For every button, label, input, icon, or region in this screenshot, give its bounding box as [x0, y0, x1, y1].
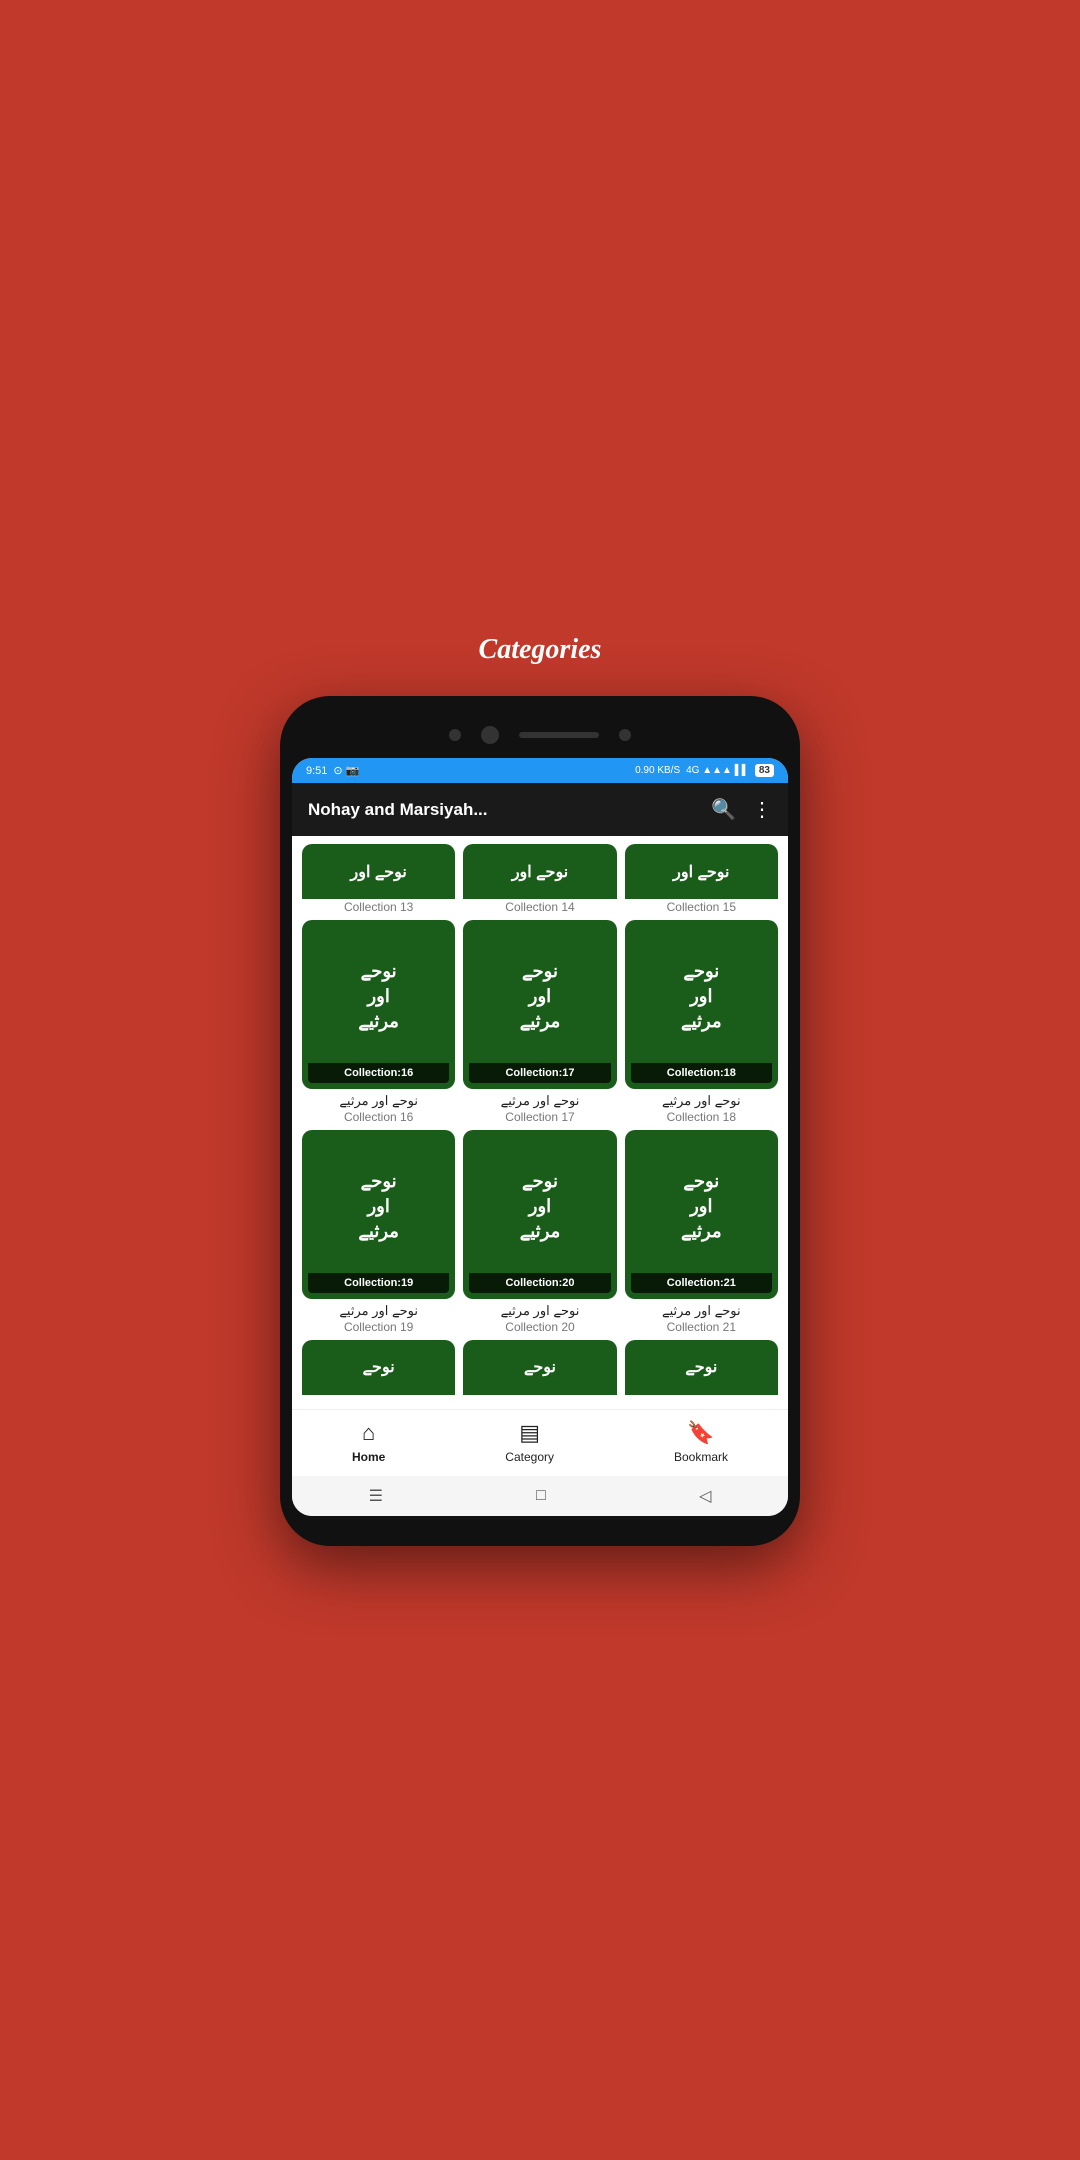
- bookmark-icon: 🔖: [687, 1420, 714, 1446]
- collection-item-15[interactable]: نوحے اور Collection 15: [625, 844, 778, 914]
- collections-grid: نوحے اور Collection 13 نوحے اور Collecti…: [292, 836, 788, 1408]
- collection-card-16: نوحےاورمرثیے Collection:16: [302, 920, 455, 1089]
- collection-en-label-21: Collection 21: [667, 1320, 736, 1334]
- collection-urdu-23: نوحے: [524, 1357, 556, 1377]
- collection-item-24[interactable]: نوحے: [625, 1340, 778, 1395]
- camera-dot-center: [481, 726, 499, 744]
- collection-item-20[interactable]: نوحےاورمرثیے Collection:20 نوحے اور مرثی…: [463, 1130, 616, 1334]
- collection-urdu-15: نوحے اور: [673, 862, 729, 882]
- collection-name-13: Collection 13: [344, 900, 413, 914]
- collection-card-13: نوحے اور: [302, 844, 455, 899]
- menu-button[interactable]: ⋮: [752, 797, 772, 822]
- collection-urdu-13: نوحے اور: [351, 862, 407, 882]
- nav-category[interactable]: ▤ Category: [505, 1420, 554, 1464]
- collection-item-21[interactable]: نوحےاورمرثیے Collection:21 نوحے اور مرثی…: [625, 1130, 778, 1334]
- nav-home[interactable]: ⌂ Home: [352, 1420, 385, 1464]
- nav-bookmark[interactable]: 🔖 Bookmark: [674, 1420, 728, 1464]
- camera-area: [292, 716, 788, 758]
- grid-row-16-18: نوحےاورمرثیے Collection:16 نوحے اور مرثی…: [302, 920, 778, 1124]
- partial-top-row: نوحے اور Collection 13 نوحے اور Collecti…: [302, 844, 778, 914]
- status-bar: 9:51 ⊙ 📷 0.90 KB/S 4G ▲▲▲ ▌▌ 83: [292, 758, 788, 783]
- urdu-text-17: نوحےاورمرثیے: [520, 930, 561, 1063]
- app-header: Nohay and Marsiyah... 🔍 ⋮: [292, 783, 788, 836]
- label-overlay-17: Collection:17: [469, 1063, 610, 1083]
- label-overlay-16: Collection:16: [308, 1063, 449, 1083]
- collection-item-18[interactable]: نوحےاورمرثیے Collection:18 نوحے اور مرثی…: [625, 920, 778, 1124]
- collection-card-24: نوحے: [625, 1340, 778, 1395]
- collection-card-22: نوحے: [302, 1340, 455, 1395]
- collection-item-14[interactable]: نوحے اور Collection 14: [463, 844, 616, 914]
- home-label: Home: [352, 1450, 385, 1464]
- phone-screen: 9:51 ⊙ 📷 0.90 KB/S 4G ▲▲▲ ▌▌ 83 Nohay an…: [292, 758, 788, 1515]
- collection-card-18: نوحےاورمرثیے Collection:18: [625, 920, 778, 1089]
- collection-card-19: نوحےاورمرثیے Collection:19: [302, 1130, 455, 1299]
- collection-item-17[interactable]: نوحےاورمرثیے Collection:17 نوحے اور مرثی…: [463, 920, 616, 1124]
- app-title: Nohay and Marsiyah...: [308, 800, 711, 820]
- network-icon: 4G ▲▲▲ ▌▌: [686, 765, 749, 776]
- collection-card-21: نوحےاورمرثیے Collection:21: [625, 1130, 778, 1299]
- battery-display: 83: [755, 764, 774, 777]
- urdu-text-19: نوحےاورمرثیے: [358, 1140, 399, 1273]
- label-overlay-18: Collection:18: [631, 1063, 772, 1083]
- search-button[interactable]: 🔍: [711, 797, 736, 822]
- collection-card-20: نوحےاورمرثیے Collection:20: [463, 1130, 616, 1299]
- collection-card-17: نوحےاورمرثیے Collection:17: [463, 920, 616, 1089]
- collection-en-label-18: Collection 18: [667, 1110, 736, 1124]
- collection-item-23[interactable]: نوحے: [463, 1340, 616, 1395]
- urdu-text-20: نوحےاورمرثیے: [520, 1140, 561, 1273]
- collection-en-label-19: Collection 19: [344, 1320, 413, 1334]
- page-background: Categories 9:51 ⊙ 📷 0.90 KB/S 4G ▲▲▲ ▌▌ …: [0, 614, 1080, 1545]
- urdu-text-21: نوحےاورمرثیے: [681, 1140, 722, 1273]
- label-overlay-21: Collection:21: [631, 1273, 772, 1293]
- collection-item-22[interactable]: نوحے: [302, 1340, 455, 1395]
- collection-card-14: نوحے اور: [463, 844, 616, 899]
- category-icon: ▤: [519, 1420, 540, 1446]
- time-display: 9:51: [306, 765, 327, 777]
- collection-urdu-24: نوحے: [685, 1357, 717, 1377]
- label-overlay-20: Collection:20: [469, 1273, 610, 1293]
- speed-display: 0.90 KB/S: [635, 765, 680, 776]
- bookmark-label: Bookmark: [674, 1450, 728, 1464]
- status-right: 0.90 KB/S 4G ▲▲▲ ▌▌ 83: [635, 764, 774, 777]
- urdu-text-18: نوحےاورمرثیے: [681, 930, 722, 1063]
- phone-frame: 9:51 ⊙ 📷 0.90 KB/S 4G ▲▲▲ ▌▌ 83 Nohay an…: [280, 696, 800, 1545]
- bottom-nav: ⌂ Home ▤ Category 🔖 Bookmark: [292, 1409, 788, 1476]
- collection-urdu-label-18: نوحے اور مرثیے: [662, 1093, 741, 1109]
- collection-item-16[interactable]: نوحےاورمرثیے Collection:16 نوحے اور مرثی…: [302, 920, 455, 1124]
- category-label: Category: [505, 1450, 554, 1464]
- collection-en-label-20: Collection 20: [505, 1320, 574, 1334]
- speaker-bar: [519, 732, 599, 738]
- page-title: Categories: [479, 614, 602, 696]
- collection-en-label-17: Collection 17: [505, 1110, 574, 1124]
- home-icon: ⌂: [362, 1420, 375, 1446]
- collection-urdu-label-20: نوحے اور مرثیے: [501, 1303, 580, 1319]
- collection-item-13[interactable]: نوحے اور Collection 13: [302, 844, 455, 914]
- sys-back-button[interactable]: ◁: [699, 1486, 711, 1506]
- collection-urdu-14: نوحے اور: [512, 862, 568, 882]
- collection-urdu-label-16: نوحے اور مرثیے: [339, 1093, 418, 1109]
- notification-icons: ⊙ 📷: [333, 764, 359, 777]
- header-icons: 🔍 ⋮: [711, 797, 772, 822]
- grid-row-19-21: نوحےاورمرثیے Collection:19 نوحے اور مرثی…: [302, 1130, 778, 1334]
- system-nav: ☰ □ ◁: [292, 1476, 788, 1516]
- sys-menu-button[interactable]: ☰: [369, 1486, 383, 1506]
- sys-home-button[interactable]: □: [536, 1487, 546, 1505]
- collection-urdu-22: نوحے: [363, 1357, 395, 1377]
- urdu-text-16: نوحےاورمرثیے: [358, 930, 399, 1063]
- camera-dot-right: [619, 729, 631, 741]
- camera-dot-left: [449, 729, 461, 741]
- collection-item-19[interactable]: نوحےاورمرثیے Collection:19 نوحے اور مرثی…: [302, 1130, 455, 1334]
- collection-name-15: Collection 15: [667, 900, 736, 914]
- collection-name-14: Collection 14: [505, 900, 574, 914]
- collection-urdu-label-19: نوحے اور مرثیے: [339, 1303, 418, 1319]
- collection-urdu-label-21: نوحے اور مرثیے: [662, 1303, 741, 1319]
- collection-urdu-label-17: نوحے اور مرثیے: [501, 1093, 580, 1109]
- status-left: 9:51 ⊙ 📷: [306, 764, 359, 777]
- partial-bottom-row: نوحے نوحے نوحے: [302, 1340, 778, 1395]
- collection-card-23: نوحے: [463, 1340, 616, 1395]
- collection-card-15: نوحے اور: [625, 844, 778, 899]
- label-overlay-19: Collection:19: [308, 1273, 449, 1293]
- collection-en-label-16: Collection 16: [344, 1110, 413, 1124]
